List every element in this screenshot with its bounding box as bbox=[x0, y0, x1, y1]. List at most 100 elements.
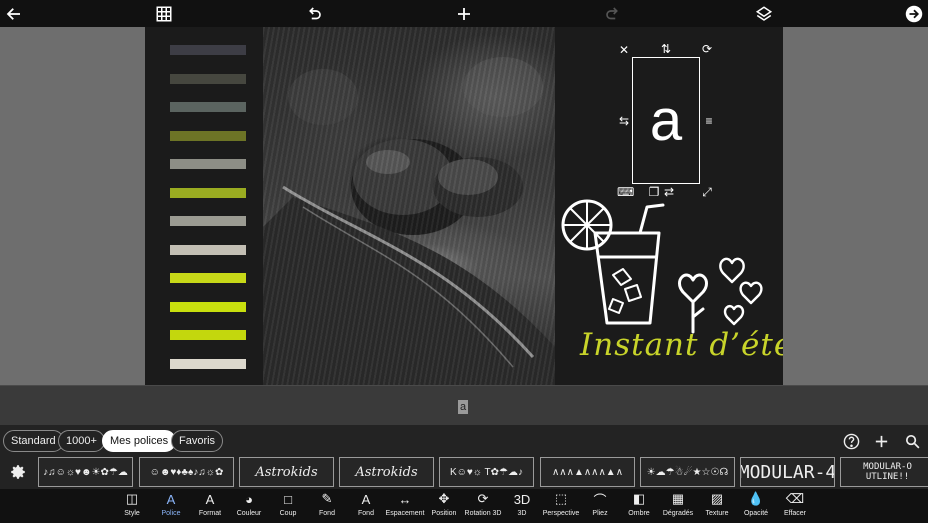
tool-d-grad-s[interactable]: ▦ Dégradés bbox=[658, 489, 698, 523]
tool-position[interactable]: ✥ Position bbox=[424, 489, 464, 523]
tool-label: Position bbox=[431, 510, 457, 517]
add-icon[interactable] bbox=[452, 2, 476, 26]
color-swatch bbox=[170, 130, 246, 141]
tool-pliez[interactable]: ⌒ Pliez bbox=[580, 489, 620, 523]
color-swatch bbox=[170, 45, 246, 55]
tool-police[interactable]: A Police bbox=[151, 489, 191, 523]
tool-texture[interactable]: ▨ Texture bbox=[697, 489, 737, 523]
selected-letter: a bbox=[649, 88, 683, 153]
tool-label: Opacité bbox=[743, 510, 769, 517]
tool-icon: ▦ bbox=[671, 491, 685, 506]
tool-couleur[interactable]: ◕ Couleur bbox=[229, 489, 269, 523]
keyboard-icon[interactable]: ⌨ bbox=[617, 185, 634, 199]
tool-icon: A bbox=[205, 491, 215, 507]
back-arrow-icon[interactable] bbox=[2, 2, 26, 26]
color-swatch bbox=[170, 273, 246, 283]
tool-icon: □ bbox=[284, 491, 292, 507]
text-wrap-icon[interactable]: ≡ bbox=[702, 114, 716, 128]
text-preview-strip: a bbox=[0, 385, 928, 425]
scale-icon[interactable]: ⤢ bbox=[700, 185, 714, 199]
tool-label: Dégradés bbox=[662, 510, 694, 517]
color-swatch bbox=[170, 187, 246, 198]
help-icon[interactable] bbox=[842, 432, 860, 450]
font-tile[interactable]: MODULAR-4 bbox=[740, 457, 835, 487]
filter-standard[interactable]: Standard bbox=[3, 430, 64, 452]
font-tile[interactable]: ☀☁☂☃☄★☆☉☊ bbox=[640, 457, 735, 487]
tool-icon: ✥ bbox=[438, 491, 450, 506]
tool-label: Effacer bbox=[783, 510, 807, 517]
layers-icon[interactable] bbox=[752, 2, 776, 26]
redo-icon[interactable] bbox=[601, 2, 625, 26]
selected-text-box[interactable]: a bbox=[632, 57, 700, 184]
font-tile[interactable]: MODULAR-O UTLINE!! bbox=[840, 457, 928, 487]
font-tile[interactable]: ♪♫☺☼♥☻☀✿☂☁ bbox=[38, 457, 133, 487]
forward-arrow-icon[interactable] bbox=[902, 2, 926, 26]
tool-label: Perspective bbox=[542, 510, 580, 517]
tool-ombre[interactable]: ◧ Ombre bbox=[619, 489, 659, 523]
undo-icon[interactable] bbox=[302, 2, 326, 26]
tool-coup[interactable]: □ Coup bbox=[268, 489, 308, 523]
delete-icon[interactable]: ✕ bbox=[617, 43, 631, 57]
tool-perspective[interactable]: ⬚ Perspective bbox=[541, 489, 581, 523]
tool-icon: ⌒ bbox=[593, 492, 607, 508]
canvas-area: a ✕ ⇅ ⟳ ⇆ ≡ ⌨ ❐ ⇄ ⤢ Instant d’été bbox=[0, 27, 928, 385]
tool-style[interactable]: ◫ Style bbox=[112, 489, 152, 523]
tool-label: Fond bbox=[358, 510, 374, 517]
tool-effacer[interactable]: ⌫ Effacer bbox=[775, 489, 815, 523]
color-swatch bbox=[170, 102, 246, 112]
color-swatch bbox=[170, 301, 246, 312]
tool-icon: ⟳ bbox=[477, 491, 489, 506]
tool-3d[interactable]: 3D 3D bbox=[502, 489, 542, 523]
settings-gear-icon[interactable] bbox=[9, 463, 27, 481]
tool-icon: 💧 bbox=[747, 491, 765, 506]
tool-label: Format bbox=[198, 510, 222, 517]
tool-label: Texture bbox=[705, 510, 729, 517]
preview-letter[interactable]: a bbox=[458, 400, 468, 414]
tool-label: Ombre bbox=[628, 510, 650, 517]
tool-icon: 3D bbox=[513, 491, 531, 507]
tool-label: Couleur bbox=[236, 510, 262, 517]
tool-icon: ◫ bbox=[125, 491, 139, 506]
grid-icon[interactable] bbox=[152, 2, 176, 26]
font-list: ♪♫☺☼♥☻☀✿☂☁ ☺☻♥♦♣♠♪♫☼✿ Astrokids Astrokid… bbox=[0, 456, 928, 488]
top-toolbar bbox=[0, 0, 928, 27]
tool-icon: ◧ bbox=[632, 491, 646, 506]
tool-fond[interactable]: A Fond bbox=[346, 489, 386, 523]
font-tile[interactable]: ☺☻♥♦♣♠♪♫☼✿ bbox=[139, 457, 234, 487]
flip-icon[interactable]: ⇄ bbox=[662, 185, 676, 199]
color-swatch bbox=[170, 330, 246, 340]
tool-label: Police bbox=[161, 510, 181, 517]
tool-opacit-[interactable]: 💧 Opacité bbox=[736, 489, 776, 523]
resize-horizontal-icon[interactable]: ⇆ bbox=[617, 114, 631, 128]
bottom-toolbar: ◫ Style A Police A Format ◕ Couleur □ Coup ✎ Fond A F… bbox=[0, 489, 928, 523]
tool-rotation-3d[interactable]: ⟳ Rotation 3D bbox=[463, 489, 503, 523]
tool-label: Style bbox=[124, 510, 140, 517]
font-tile[interactable]: Astrokids bbox=[239, 457, 334, 487]
filter-favorites[interactable]: Favoris bbox=[171, 430, 224, 452]
color-swatch bbox=[170, 244, 246, 255]
tool-label: Pliez bbox=[592, 510, 608, 517]
tool-icon: ↔ bbox=[398, 491, 412, 507]
filter-1000-plus[interactable]: 1000+ bbox=[58, 430, 105, 452]
rotate-icon[interactable]: ⟳ bbox=[700, 42, 714, 56]
search-icon[interactable] bbox=[903, 432, 921, 450]
color-swatch bbox=[170, 216, 246, 226]
filter-my-fonts[interactable]: Mes polices bbox=[102, 430, 177, 452]
font-tile[interactable]: Astrokids bbox=[339, 457, 434, 487]
move-vertical-icon[interactable]: ⇅ bbox=[659, 42, 673, 56]
tool-format[interactable]: A Format bbox=[190, 489, 230, 523]
color-swatch bbox=[170, 73, 246, 84]
font-tile[interactable]: K☺♥☼ T✿☂☁♪ bbox=[439, 457, 534, 487]
tool-icon: ◕ bbox=[245, 491, 253, 507]
add-font-icon[interactable] bbox=[872, 432, 890, 450]
font-tile[interactable]: ∧∧∧▲∧∧∧▲∧ bbox=[540, 457, 635, 487]
tool-fond[interactable]: ✎ Fond bbox=[307, 489, 347, 523]
fig-photo bbox=[263, 27, 555, 385]
duplicate-icon[interactable]: ❐ bbox=[647, 185, 661, 199]
design-document[interactable]: a ✕ ⇅ ⟳ ⇆ ≡ ⌨ ❐ ⇄ ⤢ Instant d’été bbox=[145, 27, 783, 385]
tool-espacement[interactable]: ↔ Espacement bbox=[385, 489, 425, 523]
tool-label: 3D bbox=[517, 510, 527, 517]
tool-label: Espacement bbox=[385, 510, 425, 517]
tool-label: Coup bbox=[279, 510, 297, 517]
tool-icon: ⬚ bbox=[554, 491, 568, 506]
